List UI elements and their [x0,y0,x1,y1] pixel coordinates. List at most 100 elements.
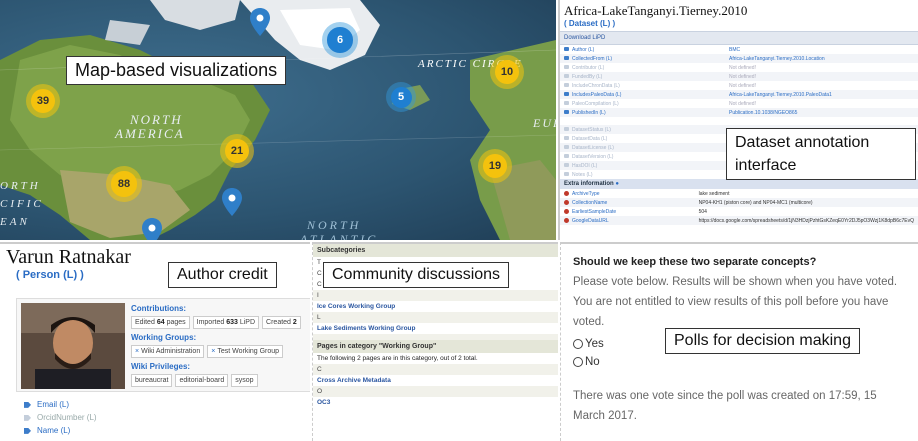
extra-info-key-label: EarliestSampleDate [572,208,617,215]
extra-info-key-label: GoogleDataURL [572,217,609,224]
extra-info-row: GoogleDataURL https://docs.google.com/spr… [560,216,918,226]
map-cluster-marker[interactable]: 5 [386,82,416,112]
letter-heading: L [313,312,558,323]
option-label: Yes [585,338,604,350]
radio-button[interactable] [573,339,583,349]
person-info: Contributions: Edited 64 pages Imported … [131,302,301,391]
map-cluster-marker[interactable]: 88 [106,166,142,202]
extra-info-key: CollectionName [560,198,695,208]
property-key-label: DatasetVersion (L) [572,153,614,160]
dataset-property-row: IncludeChronData (L) Not defined! [560,81,918,90]
group-chip[interactable]: × Wiki Administration [131,345,205,358]
chip-count: 2 [292,319,297,326]
property-key-label: Contributor (L) [572,64,605,71]
property-key[interactable]: IncludeChronData (L) [560,81,725,90]
property-key[interactable]: DatasetStatus (L) [560,125,725,135]
pacific-label-1: ORTH [0,180,41,192]
property-value[interactable]: Africa-LakeTanganyi.Tierney.2010.PaleoDa… [725,90,918,99]
chip-suffix: LiPD [239,319,256,326]
created-chip: Created 2 [262,316,301,329]
map-panel[interactable]: ARCTIC CIRCLE NORTH AMERICA NORTH ATLANT… [0,0,556,240]
radio-button[interactable] [573,357,583,367]
north-atlantic-label-2: ATLANTIC [300,232,379,240]
property-key[interactable]: IncludesPaleoData (L) [560,90,725,99]
dataset-property-row: FundedBy (L) Not defined! [560,72,918,81]
property-key[interactable]: DatasetLicense (L) [560,143,725,153]
property-key[interactable]: DatasetData (L) [560,134,725,143]
property-key[interactable]: PublishedIn (L) [560,108,725,117]
property-value: Not defined! [729,82,756,89]
contributions-chips: Edited 64 pages Imported 633 LiPD Create… [131,316,301,329]
tag-icon [24,427,31,434]
email-link[interactable]: Email (L) [24,400,97,409]
property-key[interactable]: Contributor (L) [560,63,725,72]
map-cluster-marker[interactable]: 10 [490,55,524,89]
cluster-count: 5 [390,86,412,108]
poll-instructions: Please vote below. Results will be shown… [573,276,898,288]
privilege-chip: bureaucrat [131,374,173,387]
property-value: Not defined! [729,100,756,107]
map-cluster-marker[interactable]: 39 [26,84,60,118]
tag-icon [564,56,569,61]
property-key[interactable]: Notes (L) [560,170,725,179]
name-link[interactable]: Name (L) [24,426,97,435]
map-pin-icon[interactable] [142,218,162,240]
dataset-callout-line: Dataset annotation [735,134,870,151]
property-key[interactable]: Author (L) [560,45,725,54]
close-icon[interactable]: × [211,348,215,355]
property-key[interactable]: PaleoCompilation (L) [560,99,725,108]
poll-option-no[interactable]: No [573,356,908,368]
working-groups-label: Working Groups: [131,333,197,342]
dataset-type-link[interactable]: ( Dataset (L) ) [560,19,918,31]
download-lipd-link[interactable]: Download LiPD [560,31,918,45]
map-cluster-marker[interactable]: 19 [478,149,512,183]
edited-chip: Edited 64 pages [131,316,190,329]
property-key[interactable] [560,117,725,125]
map-pin-icon[interactable] [250,8,270,36]
property-value[interactable]: Africa-LakeTanganyi.Tierney.2010.Locatio… [725,54,918,63]
group-chip[interactable]: × Test Working Group [207,345,284,358]
close-icon[interactable]: × [135,348,139,355]
oc3-link[interactable]: OC3 [313,397,558,408]
ice-cores-working-group-link[interactable]: Ice Cores Working Group [313,301,558,312]
extra-information-label: Extra information [564,181,614,188]
lake-sediments-working-group-link[interactable]: Lake Sediments Working Group [313,323,558,334]
orcid-link[interactable]: OrcidNumber (L) [24,413,97,422]
dataset-title: Africa-LakeTanganyi.Tierney.2010 [564,3,748,18]
property-key-label: DatasetData (L) [572,135,608,142]
europe-label: EUR [533,116,556,130]
remove-icon[interactable] [564,208,569,214]
property-key[interactable]: DatasetVersion (L) [560,152,725,161]
person-profile-card: Contributions: Edited 64 pages Imported … [16,298,310,392]
cluster-count: 10 [495,60,519,84]
remove-icon[interactable] [564,199,569,205]
tag-icon [564,74,569,79]
tag-icon [24,401,31,408]
property-key[interactable]: HasDOI (L) [560,161,725,171]
map-pin-icon[interactable] [222,188,242,216]
community-panel: Subcategories T C C I Ice Cores Working … [312,242,558,441]
property-key-label: DatasetStatus (L) [572,126,611,133]
dataset-callout: Dataset annotation interface [726,128,916,181]
pages-text: The following 2 pages are in this catego… [317,355,478,362]
cross-archive-metadata-link[interactable]: Cross Archive Metadata [313,375,558,386]
tag-icon [564,172,569,177]
poll-callout: Polls for decision making [665,328,860,354]
north-atlantic-label-1: NORTH [307,218,362,232]
property-value [725,117,918,125]
property-value[interactable]: Publication.10.1038/NGEO865 [725,108,918,117]
property-key[interactable]: CollectedFrom (L) [560,54,725,63]
privilege-chip: editorial-board [175,374,229,387]
info-icon[interactable]: ● [615,181,619,187]
map-cluster-marker[interactable]: 21 [220,134,254,168]
property-key[interactable]: FundedBy (L) [560,72,725,81]
property-value[interactable]: BMC [725,45,918,54]
map-cluster-marker[interactable]: 6 [322,22,358,58]
remove-icon[interactable] [564,190,569,196]
letter-heading: C [313,364,558,375]
tag-icon [24,414,31,421]
wiki-privileges-label: Wiki Privileges: [131,362,191,371]
property-key-label: Notes (L) [572,171,593,178]
remove-icon[interactable] [564,217,569,223]
tag-icon [564,65,569,70]
